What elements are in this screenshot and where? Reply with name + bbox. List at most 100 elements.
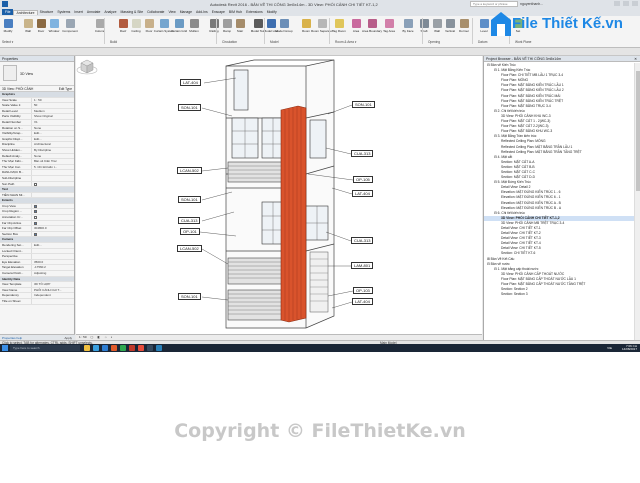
taskbar-app-icon[interactable] bbox=[147, 345, 153, 351]
property-value[interactable]: 3500.0 bbox=[32, 260, 74, 265]
property-value[interactable]: None bbox=[32, 126, 74, 131]
material-tag[interactable]: CUA-313 bbox=[351, 150, 374, 157]
tab-add-ins[interactable]: Add-Ins bbox=[194, 10, 210, 14]
property-value[interactable] bbox=[32, 193, 74, 198]
room-separator-button[interactable]: Room Separator bbox=[311, 18, 333, 38]
property-value[interactable] bbox=[32, 170, 74, 175]
stair-button[interactable]: Stair bbox=[234, 18, 246, 38]
property-value[interactable]: None bbox=[32, 154, 74, 159]
ribbon-group-label[interactable]: Select ▾ bbox=[2, 40, 13, 44]
search-input[interactable]: Type a keyword or phrase bbox=[470, 1, 518, 7]
property-value[interactable]: Edit... bbox=[32, 131, 74, 136]
type-selector[interactable]: 3D View bbox=[0, 62, 74, 86]
tab-modify[interactable]: Modify bbox=[265, 10, 279, 14]
area-button[interactable]: Area bbox=[350, 18, 362, 38]
property-value[interactable]: PHỐI CẢNH CHI T... bbox=[32, 288, 74, 293]
material-tag[interactable]: SON-101 bbox=[178, 196, 201, 203]
taskbar-app-icon[interactable] bbox=[84, 345, 90, 351]
tab-structure[interactable]: Structure bbox=[38, 10, 56, 14]
curtain-grid-button[interactable]: Curtain Grid bbox=[171, 18, 187, 38]
property-value[interactable]: 1 : 50 bbox=[32, 98, 74, 103]
ribbon-group-label[interactable]: Model bbox=[270, 40, 279, 44]
window-button[interactable]: Window bbox=[48, 18, 60, 38]
property-value[interactable]: Edit... bbox=[32, 243, 74, 248]
user-name[interactable]: nguyenthanh... bbox=[520, 2, 543, 6]
revit-app-icon[interactable] bbox=[2, 1, 8, 7]
curtain-system-button[interactable]: Curtain System bbox=[154, 18, 174, 38]
property-value[interactable] bbox=[32, 254, 74, 259]
property-value[interactable] bbox=[32, 204, 74, 209]
material-tag[interactable]: SON-101 bbox=[352, 101, 375, 108]
property-value[interactable]: -17560.2 bbox=[32, 265, 74, 270]
property-checkbox[interactable] bbox=[34, 210, 37, 214]
model-group-button[interactable]: Model Group bbox=[275, 18, 293, 38]
viewcube-icon[interactable] bbox=[76, 56, 98, 78]
property-value[interactable] bbox=[32, 232, 74, 237]
wall-button[interactable]: Wall bbox=[22, 18, 34, 38]
close-browser-icon[interactable]: ✕ bbox=[634, 56, 637, 61]
property-value[interactable] bbox=[32, 221, 74, 226]
tab-enscape[interactable]: Enscape bbox=[210, 10, 227, 14]
property-checkbox[interactable] bbox=[34, 221, 37, 225]
close-icon[interactable] bbox=[632, 1, 638, 6]
property-value[interactable] bbox=[32, 249, 74, 254]
taskbar-search[interactable]: Type here to search bbox=[10, 345, 80, 351]
material-tag[interactable]: LAT-404 bbox=[352, 190, 373, 197]
property-value[interactable]: V1 bbox=[32, 120, 74, 125]
property-value[interactable]: By Discipline bbox=[32, 148, 74, 153]
ribbon-group-label[interactable]: Circulation bbox=[222, 40, 237, 44]
component-button[interactable]: Component bbox=[62, 18, 78, 38]
property-value[interactable]: 3D TỔ HỢP bbox=[32, 282, 74, 287]
tag-area-button[interactable]: Tag Area bbox=[383, 18, 395, 38]
vertical-button[interactable]: Vertical bbox=[444, 18, 456, 38]
ribbon-group-label[interactable]: Work Plane bbox=[515, 40, 531, 44]
taskbar-app-icon[interactable] bbox=[120, 345, 126, 351]
edit-type-button[interactable]: Edit Type bbox=[59, 86, 72, 91]
browser-scrollbar[interactable] bbox=[634, 63, 640, 340]
property-value[interactable]: 50 bbox=[32, 103, 74, 108]
tab-file[interactable]: File bbox=[2, 9, 14, 15]
tab-view[interactable]: View bbox=[166, 10, 177, 14]
property-value[interactable] bbox=[32, 215, 74, 220]
dormer-button[interactable]: Dormer bbox=[458, 18, 470, 38]
maximize-icon[interactable] bbox=[623, 1, 629, 6]
taskbar-clock[interactable]: 7:06 CH 14/08/2017 bbox=[622, 344, 637, 352]
roof-button[interactable]: Roof bbox=[117, 18, 129, 38]
taskbar-app-icon[interactable] bbox=[111, 345, 117, 351]
shaft-button[interactable]: Shaft bbox=[418, 18, 430, 38]
model-text-button[interactable]: Model Text bbox=[251, 18, 265, 38]
tab-architecture[interactable]: Architecture bbox=[13, 9, 38, 15]
property-checkbox[interactable] bbox=[34, 182, 37, 186]
material-tag[interactable]: SON-101 bbox=[178, 293, 201, 300]
property-value[interactable]: Independent bbox=[32, 293, 74, 298]
material-tag[interactable]: SON-101 bbox=[178, 104, 201, 111]
property-value[interactable]: Bản vẽ Kiến Trúc bbox=[32, 159, 74, 164]
tab-systems[interactable]: Systems bbox=[55, 10, 72, 14]
material-tag[interactable]: LAM-801 bbox=[351, 262, 374, 269]
material-tag[interactable]: CUA-313 bbox=[178, 217, 201, 224]
material-tag[interactable]: LCAN-502 bbox=[177, 245, 202, 252]
start-icon[interactable] bbox=[2, 345, 8, 351]
taskbar-app-icon[interactable] bbox=[156, 345, 162, 351]
model-line-button[interactable]: Model Line bbox=[264, 18, 278, 38]
tab-collaborate[interactable]: Collaborate bbox=[145, 10, 166, 14]
browser-view-item[interactable]: Section: Section 3 bbox=[484, 292, 634, 297]
by-face-button[interactable]: By Face bbox=[402, 18, 414, 38]
tab-analyze[interactable]: Analyze bbox=[102, 10, 118, 14]
tab-extensions[interactable]: Extensions bbox=[244, 10, 265, 14]
property-value[interactable]: 304800.0 bbox=[32, 226, 74, 231]
tab-insert[interactable]: Insert bbox=[72, 10, 84, 14]
wall-button[interactable]: Wall bbox=[431, 18, 443, 38]
modify-button[interactable]: Modify bbox=[2, 18, 14, 38]
property-value[interactable] bbox=[32, 299, 74, 304]
language-indicator[interactable]: VIE bbox=[607, 346, 612, 350]
property-checkbox[interactable] bbox=[34, 204, 37, 208]
property-value[interactable]: Show Original bbox=[32, 114, 74, 119]
property-value[interactable]: Medium bbox=[32, 109, 74, 114]
taskbar-app-icon[interactable] bbox=[129, 345, 135, 351]
floor-button[interactable]: Floor bbox=[143, 18, 155, 38]
property-value[interactable]: Edit... bbox=[32, 137, 74, 142]
ceiling-button[interactable]: Ceiling bbox=[130, 18, 142, 38]
ramp-button[interactable]: Ramp bbox=[221, 18, 233, 38]
material-tag[interactable]: LAT-404 bbox=[180, 79, 201, 86]
